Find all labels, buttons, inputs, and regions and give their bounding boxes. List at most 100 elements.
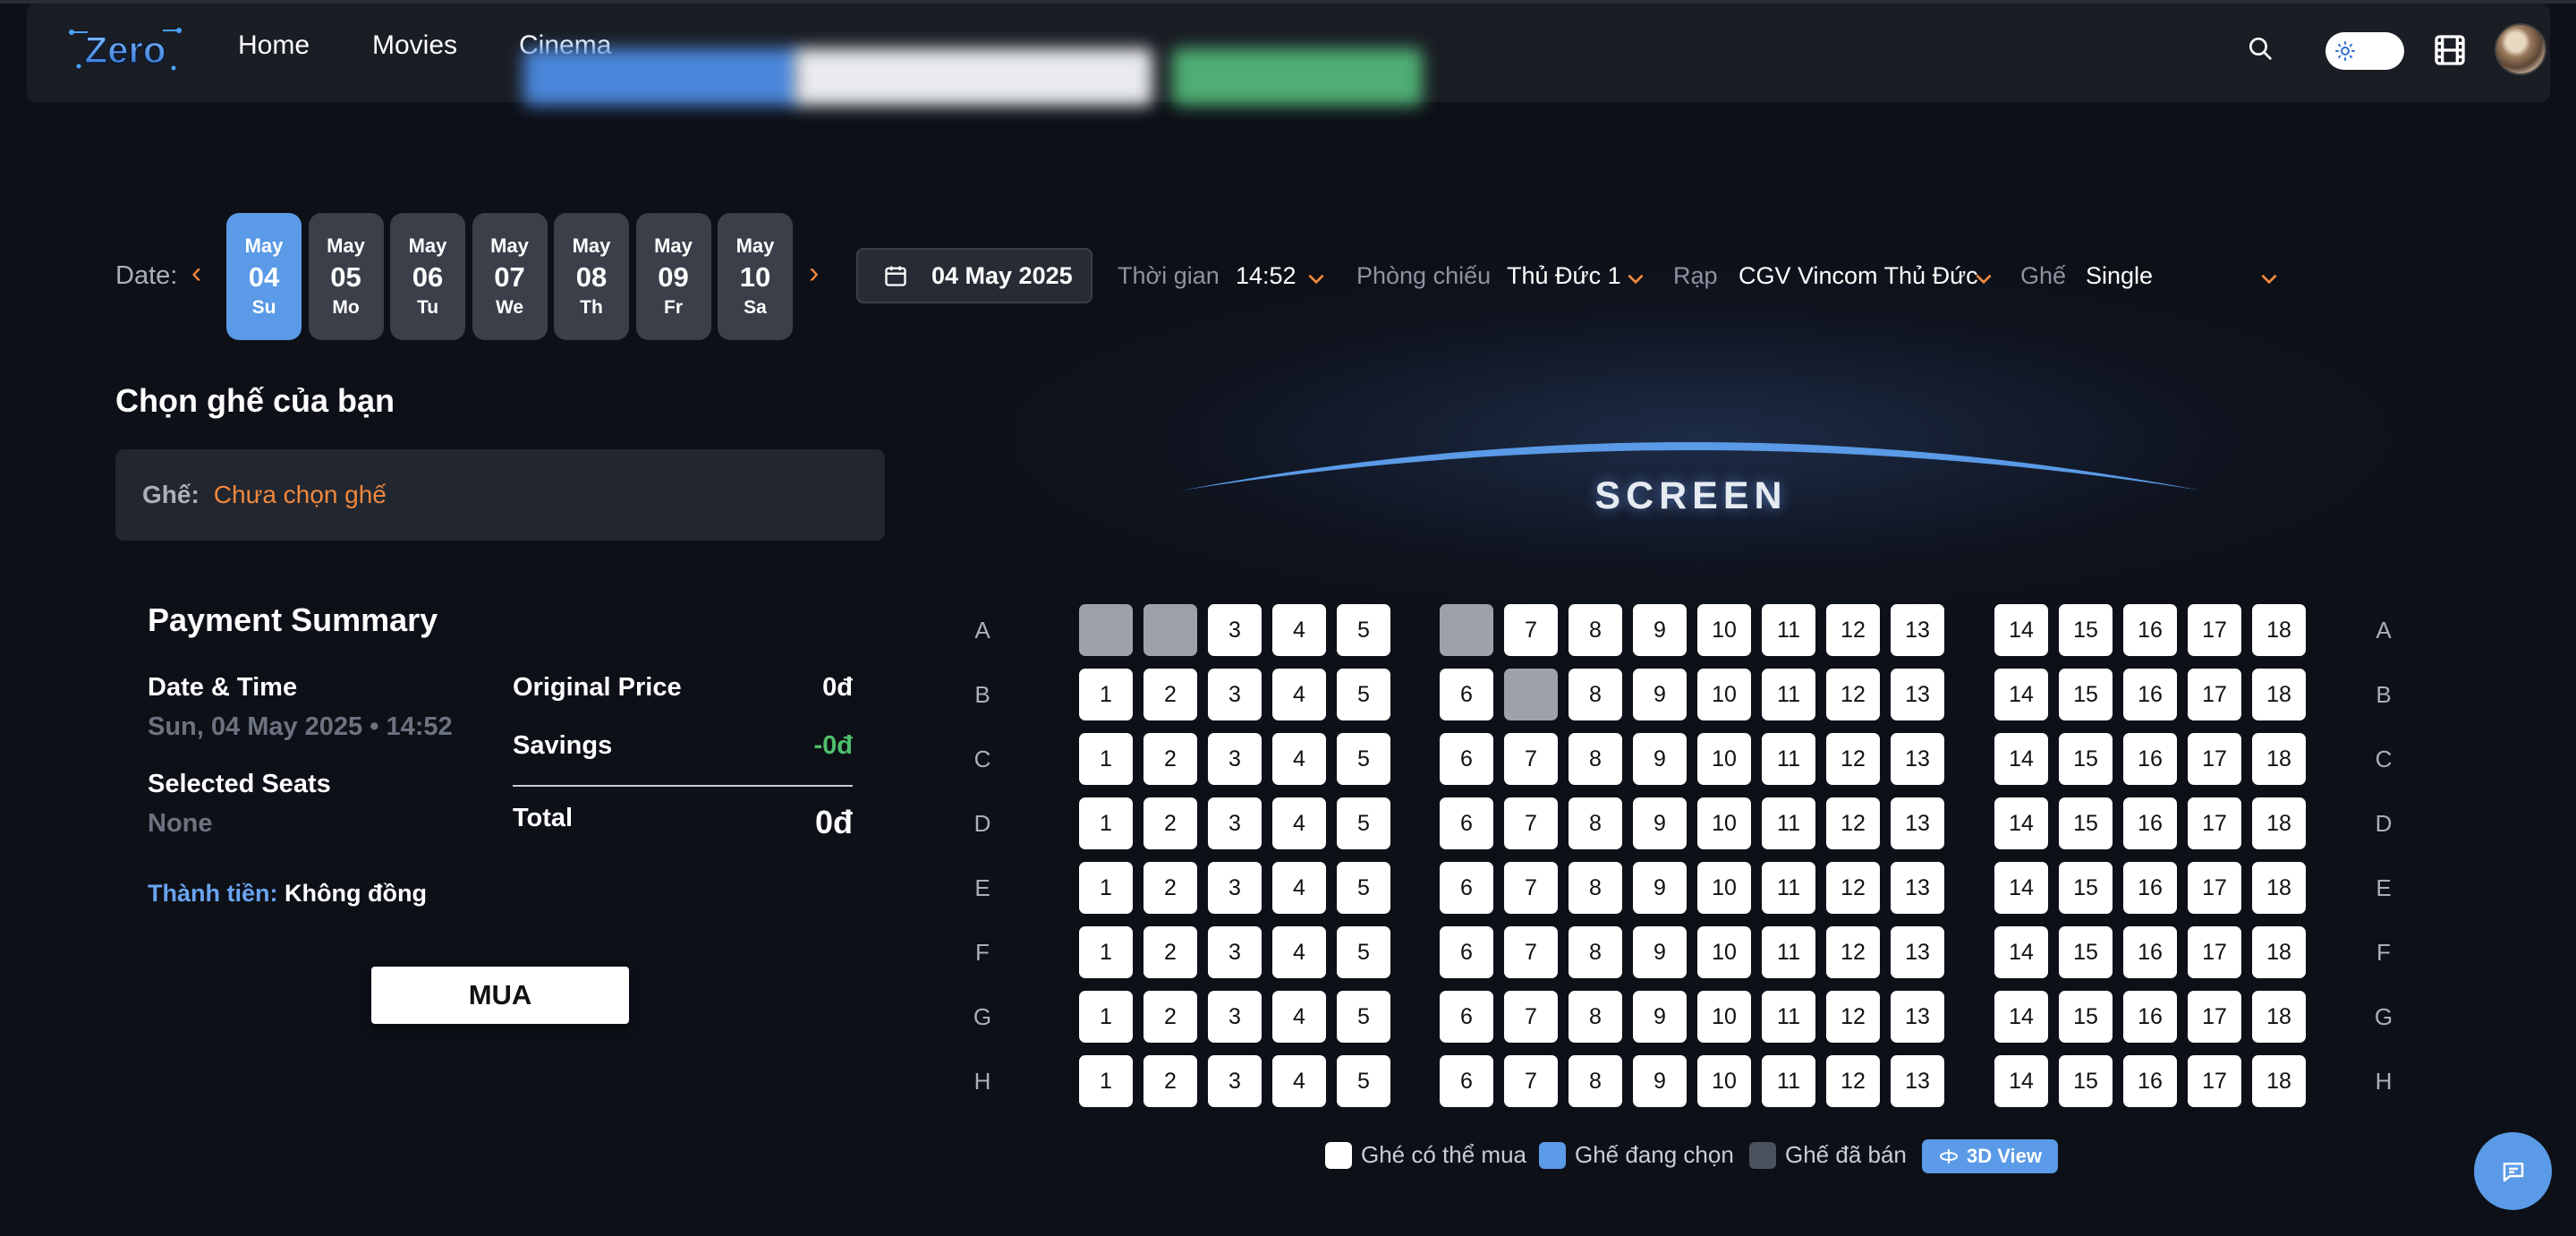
seat-available[interactable]: 9 bbox=[1633, 926, 1687, 978]
seat-available[interactable]: 14 bbox=[1994, 669, 2048, 720]
seat-available[interactable]: 11 bbox=[1762, 991, 1815, 1043]
seat-available[interactable]: 9 bbox=[1633, 604, 1687, 656]
seat-available[interactable]: 3 bbox=[1208, 991, 1262, 1043]
seat-available[interactable]: 16 bbox=[2123, 991, 2177, 1043]
seat-available[interactable]: 14 bbox=[1994, 733, 2048, 785]
search-icon[interactable] bbox=[2246, 34, 2274, 63]
date-card[interactable]: May 05 Mo bbox=[308, 213, 384, 340]
seat-available[interactable]: 16 bbox=[2123, 733, 2177, 785]
seat-available[interactable]: 8 bbox=[1569, 862, 1622, 914]
date-card[interactable]: May 06 Tu bbox=[390, 213, 465, 340]
seat-available[interactable]: 12 bbox=[1826, 604, 1880, 656]
seat-available[interactable]: 4 bbox=[1272, 926, 1326, 978]
seat-available[interactable]: 3 bbox=[1208, 862, 1262, 914]
cinema-select[interactable]: CGV Vincom Thủ Đức bbox=[1739, 262, 1978, 290]
seat-available[interactable]: 13 bbox=[1891, 1055, 1944, 1107]
seat-available[interactable]: 12 bbox=[1826, 733, 1880, 785]
seat-available[interactable]: 5 bbox=[1337, 669, 1390, 720]
seat-available[interactable]: 16 bbox=[2123, 669, 2177, 720]
seat-available[interactable]: 15 bbox=[2059, 991, 2113, 1043]
seat-available[interactable]: 6 bbox=[1440, 926, 1493, 978]
seat-available[interactable]: 4 bbox=[1272, 1055, 1326, 1107]
date-card[interactable]: May 04 Su bbox=[226, 213, 302, 340]
date-picker-button[interactable]: 04 May 2025 bbox=[856, 248, 1092, 303]
seat-available[interactable]: 2 bbox=[1143, 733, 1197, 785]
seat-available[interactable]: 8 bbox=[1569, 669, 1622, 720]
seat-available[interactable]: 4 bbox=[1272, 733, 1326, 785]
seat-available[interactable]: 18 bbox=[2252, 1055, 2306, 1107]
seat-available[interactable]: 1 bbox=[1079, 926, 1133, 978]
zero-logo[interactable]: Zero bbox=[61, 20, 191, 79]
seat-available[interactable]: 12 bbox=[1826, 1055, 1880, 1107]
seat-available[interactable]: 18 bbox=[2252, 862, 2306, 914]
seat-available[interactable]: 7 bbox=[1504, 797, 1558, 849]
seat-available[interactable]: 1 bbox=[1079, 669, 1133, 720]
seat-available[interactable]: 9 bbox=[1633, 862, 1687, 914]
seat-available[interactable]: 16 bbox=[2123, 797, 2177, 849]
seat-available[interactable]: 18 bbox=[2252, 797, 2306, 849]
seat-available[interactable]: 3 bbox=[1208, 926, 1262, 978]
chevron-down-icon[interactable] bbox=[1305, 267, 1328, 290]
seat-available[interactable]: 14 bbox=[1994, 797, 2048, 849]
chevron-down-icon[interactable] bbox=[1972, 267, 1995, 290]
seat-available[interactable]: 18 bbox=[2252, 669, 2306, 720]
date-card[interactable]: May 10 Sa bbox=[718, 213, 793, 340]
user-avatar[interactable] bbox=[2495, 23, 2546, 75]
seat-available[interactable]: 14 bbox=[1994, 926, 2048, 978]
seat-available[interactable]: 18 bbox=[2252, 926, 2306, 978]
seat-available[interactable]: 11 bbox=[1762, 604, 1815, 656]
seat-available[interactable]: 17 bbox=[2188, 991, 2241, 1043]
buy-button[interactable]: MUA bbox=[371, 967, 629, 1024]
seat-available[interactable]: 5 bbox=[1337, 797, 1390, 849]
seat-available[interactable]: 8 bbox=[1569, 1055, 1622, 1107]
seat-available[interactable]: 11 bbox=[1762, 926, 1815, 978]
seat-available[interactable]: 2 bbox=[1143, 926, 1197, 978]
seat-available[interactable]: 5 bbox=[1337, 733, 1390, 785]
seat-available[interactable]: 6 bbox=[1440, 862, 1493, 914]
theme-toggle[interactable] bbox=[2325, 32, 2404, 70]
seat-available[interactable]: 5 bbox=[1337, 1055, 1390, 1107]
seat-available[interactable]: 3 bbox=[1208, 797, 1262, 849]
seat-available[interactable]: 17 bbox=[2188, 1055, 2241, 1107]
seat-available[interactable]: 10 bbox=[1697, 669, 1751, 720]
nav-home-link[interactable]: Home bbox=[238, 30, 310, 61]
seat-available[interactable]: 14 bbox=[1994, 862, 2048, 914]
seat-available[interactable]: 3 bbox=[1208, 1055, 1262, 1107]
seat-available[interactable]: 12 bbox=[1826, 991, 1880, 1043]
seat-available[interactable]: 8 bbox=[1569, 604, 1622, 656]
seat-available[interactable]: 4 bbox=[1272, 797, 1326, 849]
seat-available[interactable]: 8 bbox=[1569, 991, 1622, 1043]
seat-available[interactable]: 12 bbox=[1826, 926, 1880, 978]
seat-available[interactable]: 5 bbox=[1337, 862, 1390, 914]
seat-available[interactable]: 11 bbox=[1762, 862, 1815, 914]
seat-available[interactable]: 3 bbox=[1208, 669, 1262, 720]
seat-available[interactable]: 2 bbox=[1143, 862, 1197, 914]
seat-available[interactable]: 10 bbox=[1697, 862, 1751, 914]
time-select[interactable]: 14:52 bbox=[1236, 262, 1297, 290]
room-select[interactable]: Thủ Đức 1 bbox=[1507, 262, 1621, 290]
seat-available[interactable]: 17 bbox=[2188, 797, 2241, 849]
seat-available[interactable]: 13 bbox=[1891, 926, 1944, 978]
seat-available[interactable]: 7 bbox=[1504, 862, 1558, 914]
seat-type-select[interactable]: Single bbox=[2086, 262, 2153, 290]
seat-available[interactable]: 14 bbox=[1994, 1055, 2048, 1107]
seat-available[interactable]: 18 bbox=[2252, 604, 2306, 656]
seat-available[interactable]: 6 bbox=[1440, 669, 1493, 720]
seat-available[interactable]: 2 bbox=[1143, 991, 1197, 1043]
seat-available[interactable]: 9 bbox=[1633, 1055, 1687, 1107]
seat-available[interactable]: 8 bbox=[1569, 926, 1622, 978]
seat-available[interactable]: 10 bbox=[1697, 604, 1751, 656]
seat-available[interactable]: 17 bbox=[2188, 604, 2241, 656]
seat-available[interactable]: 12 bbox=[1826, 797, 1880, 849]
seat-available[interactable]: 16 bbox=[2123, 1055, 2177, 1107]
seat-available[interactable]: 13 bbox=[1891, 862, 1944, 914]
seat-available[interactable]: 10 bbox=[1697, 926, 1751, 978]
seat-available[interactable]: 10 bbox=[1697, 1055, 1751, 1107]
film-icon[interactable] bbox=[2432, 32, 2468, 68]
seat-available[interactable]: 9 bbox=[1633, 733, 1687, 785]
seat-available[interactable]: 15 bbox=[2059, 926, 2113, 978]
seat-available[interactable]: 6 bbox=[1440, 733, 1493, 785]
seat-available[interactable]: 18 bbox=[2252, 991, 2306, 1043]
seat-available[interactable]: 7 bbox=[1504, 604, 1558, 656]
seat-available[interactable]: 15 bbox=[2059, 604, 2113, 656]
